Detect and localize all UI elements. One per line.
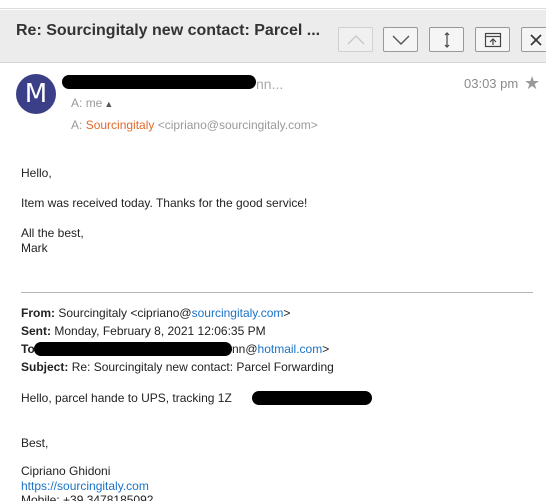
forwarded-from-name: Sourcingitaly <cipriano@ (58, 306, 192, 320)
quote-divider (21, 292, 533, 293)
next-message-button[interactable] (383, 27, 418, 52)
star-icon[interactable]: ★ (524, 73, 540, 94)
forwarded-signature-name: Cipriano Ghidoni (21, 464, 111, 478)
redacted-recipient (34, 342, 232, 356)
redacted-sender-name (62, 75, 256, 89)
sender-avatar: M (16, 74, 56, 114)
forwarded-to-end: > (322, 342, 330, 356)
recipient-detail-prefix: A: (71, 118, 83, 132)
caret-up-icon[interactable]: ▲ (104, 99, 113, 109)
forwarded-to-domain-link[interactable]: hotmail.com (258, 342, 323, 356)
forwarded-from-domain-link[interactable]: sourcingitaly.com (192, 306, 284, 320)
chevron-up-icon (347, 34, 364, 44)
close-icon (530, 33, 542, 46)
forwarded-signature-url[interactable]: https://sourcingitaly.com (21, 479, 149, 493)
open-in-new-window-button[interactable] (475, 27, 510, 52)
recipient-prefix: A: (71, 96, 83, 110)
body-greeting: Hello, (21, 166, 52, 180)
forwarded-from-label: From: (21, 306, 55, 320)
close-button[interactable] (521, 27, 546, 52)
recipient-detail-name[interactable]: Sourcingitaly (86, 118, 155, 132)
forwarded-from-end: > (283, 306, 291, 320)
forwarded-sent: Sent: Monday, February 8, 2021 12:06:35 … (21, 324, 266, 338)
recipient-detail-line: A: Sourcingitaly <cipriano@sourcingitaly… (71, 118, 318, 132)
forwarded-sent-value: Monday, February 8, 2021 12:06:35 PM (54, 324, 266, 338)
forwarded-to-address: nn@hotmail.com> (232, 342, 329, 356)
forwarded-body-line-1: Hello, parcel hande to UPS, tracking 1Z (21, 391, 232, 405)
forwarded-sent-label: Sent: (21, 324, 51, 338)
body-line-1: Item was received today. Thanks for the … (21, 196, 308, 210)
message-subject-title: Re: Sourcingitaly new contact: Parcel ..… (16, 22, 321, 39)
sender-name-suffix: nn... (256, 76, 284, 92)
forwarded-subject-value: Re: Sourcingitaly new contact: Parcel Fo… (71, 360, 334, 374)
forwarded-from: From: Sourcingitaly <cipriano@sourcingit… (21, 306, 290, 320)
forwarded-subject-label: Subject: (21, 360, 69, 374)
forwarded-to-suffix: nn@ (232, 342, 258, 356)
message-time: 03:03 pm (464, 76, 519, 91)
recipient-detail-email: <cipriano@sourcingitaly.com> (157, 118, 318, 132)
forwarded-subject: Subject: Re: Sourcingitaly new contact: … (21, 360, 334, 374)
body-signature: Mark (21, 241, 48, 255)
recipient-line: A: me ▲ (71, 96, 113, 110)
forwarded-signature-mobile: Mobile: +39 3478185092 (21, 493, 154, 501)
recipient-me[interactable]: me (86, 96, 103, 110)
window-top-strip (0, 0, 546, 9)
chevron-down-icon (392, 35, 409, 45)
previous-message-button[interactable] (338, 27, 373, 52)
expand-all-button[interactable] (429, 27, 464, 52)
forwarded-best: Best, (21, 436, 49, 450)
popout-icon (484, 32, 501, 47)
redacted-tracking-number (252, 391, 372, 405)
body-signoff: All the best, (21, 226, 84, 240)
expand-vertical-icon (444, 31, 449, 48)
